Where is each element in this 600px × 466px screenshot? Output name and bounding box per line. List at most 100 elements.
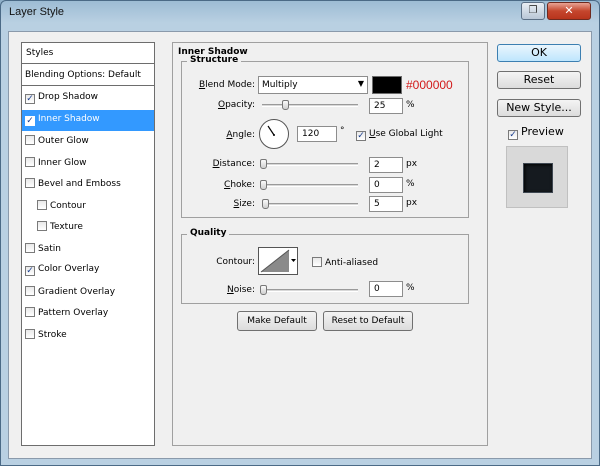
close-icon: ✕	[564, 4, 574, 17]
checkbox-icon[interactable]	[25, 307, 35, 317]
distance-label: Distance:	[212, 159, 255, 169]
opacity-input[interactable]: 25	[369, 98, 403, 114]
color-hex-label: #000000	[406, 78, 453, 92]
contour-picker[interactable]	[258, 247, 298, 275]
noise-unit: %	[406, 283, 415, 293]
contour-curve-icon	[260, 248, 297, 274]
checkbox-icon[interactable]	[25, 156, 35, 167]
style-item[interactable]: Texture	[22, 217, 154, 239]
blend-mode-value: Multiply	[262, 80, 298, 90]
checkbox-icon[interactable]	[25, 178, 35, 188]
opacity-label: Opacity:	[217, 100, 255, 110]
style-item[interactable]: Gradient Overlay	[22, 282, 154, 304]
angle-dial[interactable]	[259, 119, 289, 149]
checkbox-icon[interactable]: ✓	[25, 115, 35, 126]
choke-label: Choke:	[224, 180, 255, 190]
choke-slider-thumb[interactable]	[260, 180, 267, 190]
use-global-light-text: se Global Light	[375, 129, 443, 139]
style-items: ✓ Drop Shadow ✓ Inner Shadow Outer Glow Inner…	[22, 88, 154, 346]
reset-button[interactable]: Reset	[497, 71, 581, 89]
style-item-label: Outer Glow	[38, 136, 89, 146]
style-item-label: Stroke	[38, 329, 67, 340]
shadow-color-swatch[interactable]	[372, 76, 402, 94]
quality-title: Quality	[187, 228, 230, 238]
style-item[interactable]: Stroke	[22, 325, 154, 347]
anti-aliased-text: Anti-aliased	[325, 258, 379, 268]
style-item-label: Contour	[50, 200, 86, 211]
restore-button[interactable]: ❐	[521, 2, 545, 20]
style-item[interactable]: Bevel and Emboss	[22, 174, 154, 196]
noise-slider-thumb[interactable]	[260, 285, 267, 295]
blending-options-item[interactable]: Blending Options: Default	[22, 65, 154, 86]
close-button[interactable]: ✕	[547, 2, 591, 20]
angle-unit: °	[340, 126, 345, 136]
size-label: Size:	[233, 199, 255, 209]
angle-dial-needle	[267, 125, 275, 136]
distance-unit: px	[406, 159, 418, 169]
choke-input[interactable]: 0	[369, 177, 403, 193]
styles-list: Styles Blending Options: Default ✓ Drop S…	[21, 42, 155, 446]
title-bar[interactable]: Layer Style ❐ ✕	[1, 1, 599, 25]
size-unit: px	[406, 198, 418, 208]
noise-input[interactable]: 0	[369, 281, 403, 297]
distance-slider[interactable]	[260, 159, 358, 169]
style-item-label: Inner Glow	[38, 157, 87, 168]
style-item-label: Pattern Overlay	[38, 308, 109, 318]
restore-icon: ❐	[528, 5, 538, 16]
styles-header[interactable]: Styles	[22, 43, 154, 64]
structure-title: Structure	[187, 55, 242, 65]
make-default-button[interactable]: Make Default	[237, 311, 317, 331]
checkbox-icon[interactable]	[25, 285, 35, 296]
style-item-label: Bevel and Emboss	[38, 179, 121, 189]
ok-button[interactable]: OK	[497, 44, 581, 62]
blend-mode-label: Blend Mode:	[198, 80, 255, 90]
checkbox-icon[interactable]	[37, 199, 47, 210]
anti-aliased-checkbox[interactable]: Anti-aliased	[312, 257, 378, 268]
checkbox-icon	[312, 257, 322, 267]
angle-label: Angle:	[226, 130, 255, 140]
choke-unit: %	[406, 179, 415, 189]
checkbox-icon[interactable]	[25, 328, 35, 339]
checkbox-icon[interactable]	[37, 221, 47, 231]
style-item[interactable]: Pattern Overlay	[22, 303, 154, 325]
preview-checkbox[interactable]: ✓ Preview	[508, 125, 564, 140]
noise-label: Noise:	[227, 285, 255, 295]
style-item[interactable]: ✓ Drop Shadow	[22, 88, 154, 110]
preview-swatch	[523, 163, 553, 193]
style-item[interactable]: Contour	[22, 196, 154, 218]
style-item-label: Color Overlay	[38, 264, 100, 274]
angle-input[interactable]: 120	[297, 126, 337, 142]
opacity-slider-thumb[interactable]	[282, 100, 289, 110]
size-slider-thumb[interactable]	[261, 199, 269, 209]
checkbox-icon[interactable]	[25, 242, 35, 253]
style-item-label: Inner Shadow	[38, 113, 100, 124]
distance-input[interactable]: 2	[369, 157, 403, 173]
size-input[interactable]: 5	[369, 196, 403, 212]
contour-label: Contour:	[216, 257, 255, 267]
style-item-label: Satin	[38, 243, 61, 254]
size-slider[interactable]	[261, 199, 358, 209]
style-item-label: Texture	[50, 222, 83, 232]
noise-slider[interactable]	[260, 285, 358, 295]
opacity-unit: %	[406, 100, 415, 110]
opacity-slider[interactable]	[262, 100, 358, 110]
style-item[interactable]: Outer Glow	[22, 131, 154, 153]
style-item-label: Gradient Overlay	[38, 286, 116, 297]
new-style-button[interactable]: New Style...	[497, 99, 581, 117]
style-item-label: Drop Shadow	[38, 92, 99, 102]
distance-slider-thumb[interactable]	[260, 159, 267, 169]
blend-mode-select[interactable]: Multiply ▼	[258, 76, 368, 94]
style-item[interactable]: Inner Glow	[22, 153, 154, 175]
style-item[interactable]: ✓ Inner Shadow	[22, 109, 154, 131]
checkbox-icon: ✓	[356, 131, 366, 141]
chevron-down-icon: ▼	[357, 79, 364, 88]
reset-to-default-button[interactable]: Reset to Default	[323, 311, 413, 331]
use-global-light-checkbox[interactable]: ✓ Use Global Light	[356, 129, 443, 141]
style-item[interactable]: ✓ Color Overlay	[22, 260, 154, 282]
blend-mode-label-text: lend Mode:	[205, 80, 255, 90]
checkbox-icon[interactable]: ✓	[25, 94, 35, 104]
checkbox-icon[interactable]: ✓	[25, 266, 35, 276]
choke-slider[interactable]	[260, 180, 358, 190]
style-item[interactable]: Satin	[22, 239, 154, 261]
checkbox-icon[interactable]	[25, 135, 35, 145]
